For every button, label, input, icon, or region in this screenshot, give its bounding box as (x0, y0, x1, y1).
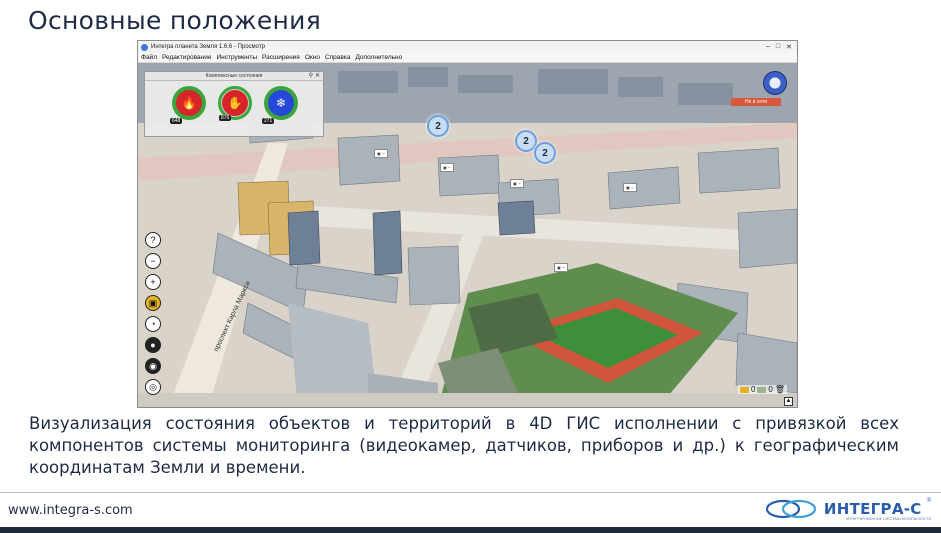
map-tool-column: ? − + ▣ ◔ ● ◉ ◎ (145, 232, 161, 395)
close-button[interactable]: ✕ (786, 43, 792, 51)
slide-title: Основные положения (28, 6, 322, 35)
alert-icon[interactable] (757, 386, 767, 393)
footer-bar (0, 527, 941, 533)
website-link[interactable]: www.integra-s.com (8, 503, 133, 518)
presentation-slide: Основные положения Интегра планета Земля… (0, 0, 941, 533)
window-controls: – □ ✕ (766, 43, 797, 51)
clock-icon[interactable]: ◔ (145, 316, 161, 332)
cluster-marker[interactable]: 2 (534, 142, 556, 164)
camera-marker[interactable]: ▣ ─ (510, 179, 524, 188)
gauge-count: 876 (219, 115, 232, 121)
panel-close-icon[interactable]: ✕ (315, 72, 320, 79)
record-button[interactable]: ● (145, 337, 161, 353)
alert-count: 0 (768, 385, 773, 394)
menu-edit[interactable]: Редактирование (162, 54, 212, 61)
minimize-button[interactable]: – (766, 43, 770, 51)
panel-header: Комплексные состояния ⚲ ✕ (145, 72, 323, 81)
menu-tools[interactable]: Инструменты (217, 54, 258, 61)
menu-extensions[interactable]: Расширения (262, 54, 300, 61)
window-titlebar: Интегра планета Земля 1.6.6 - Просмотр –… (138, 41, 797, 53)
compass-icon[interactable] (763, 71, 787, 95)
logo-text: ИНТЕГРА-С (823, 500, 922, 518)
globe-app-icon (141, 43, 148, 51)
target-tool-button[interactable]: ◎ (145, 379, 161, 395)
fire-status-gauge[interactable]: 🔥 648 (170, 86, 206, 124)
menu-bar: Файл Редактирование Инструменты Расширен… (138, 53, 797, 63)
climate-status-gauge[interactable]: ❄ 271 (262, 86, 298, 124)
complex-status-panel: Комплексные состояния ⚲ ✕ 🔥 648 ✋ 876 ❄ (144, 71, 324, 137)
zoom-in-button[interactable]: + (145, 274, 161, 290)
layers-button[interactable]: ▣ (145, 295, 161, 311)
menu-additional[interactable]: Дополнительно (355, 54, 402, 61)
gauge-count: 648 (170, 118, 183, 124)
camera-marker[interactable]: ▣ ─ (554, 263, 568, 272)
logo-tagline: ИНТЕГРИРОВАННЫЕ СИСТЕМЫ БЕЗОПАСНОСТИ (845, 517, 931, 521)
mail-count: 0 (750, 385, 756, 394)
footer-divider (0, 492, 941, 493)
expand-panel-button[interactable]: ▲ (784, 397, 793, 406)
gauge-count: 271 (262, 118, 275, 124)
menu-help[interactable]: Справка (325, 54, 351, 61)
alarm-hand-icon: ✋ (222, 90, 248, 116)
gis-app-window: Интегра планета Земля 1.6.6 - Просмотр –… (137, 40, 798, 408)
event-counters: 0 0 🗑 (737, 385, 787, 394)
network-status-badge: Не в сети (730, 98, 781, 106)
window-title: Интегра планета Земля 1.6.6 - Просмотр (151, 44, 265, 50)
status-gauges: 🔥 648 ✋ 876 ❄ 271 (145, 81, 323, 124)
menu-window[interactable]: Окно (305, 54, 320, 61)
company-logo: ИНТЕГРА-С ® ИНТЕГРИРОВАННЫЕ СИСТЕМЫ БЕЗО… (765, 498, 931, 521)
camera-marker[interactable]: ▣ ─ (440, 163, 454, 172)
cluster-marker[interactable]: 2 (427, 115, 449, 137)
panel-title: Комплексные состояния (205, 73, 263, 79)
slide-caption: Визуализация состояния объектов и террит… (29, 414, 899, 477)
camera-marker[interactable]: ▣ ─ (374, 149, 388, 158)
fire-person-icon: 🔥 (176, 90, 202, 116)
maximize-button[interactable]: □ (776, 43, 780, 51)
registered-mark: ® (926, 498, 931, 504)
map-3d-viewport[interactable]: 2 2 2 ▣ ─ ▣ ─ ▣ ─ ▣ ─ ▣ ─ проспект Карла… (138, 63, 797, 407)
camera-tool-button[interactable]: ◉ (145, 358, 161, 374)
zoom-out-button[interactable]: − (145, 253, 161, 269)
trash-icon[interactable]: 🗑 (775, 385, 785, 394)
snowflake-icon: ❄ (268, 90, 294, 116)
logo-swirl-icon (765, 499, 816, 519)
menu-file[interactable]: Файл (141, 54, 157, 61)
pin-icon[interactable]: ⚲ (309, 72, 313, 79)
mail-icon[interactable] (739, 386, 749, 393)
camera-marker[interactable]: ▣ ─ (623, 183, 637, 192)
alarm-status-gauge[interactable]: ✋ 876 (218, 86, 252, 121)
help-tool-button[interactable]: ? (145, 232, 161, 248)
